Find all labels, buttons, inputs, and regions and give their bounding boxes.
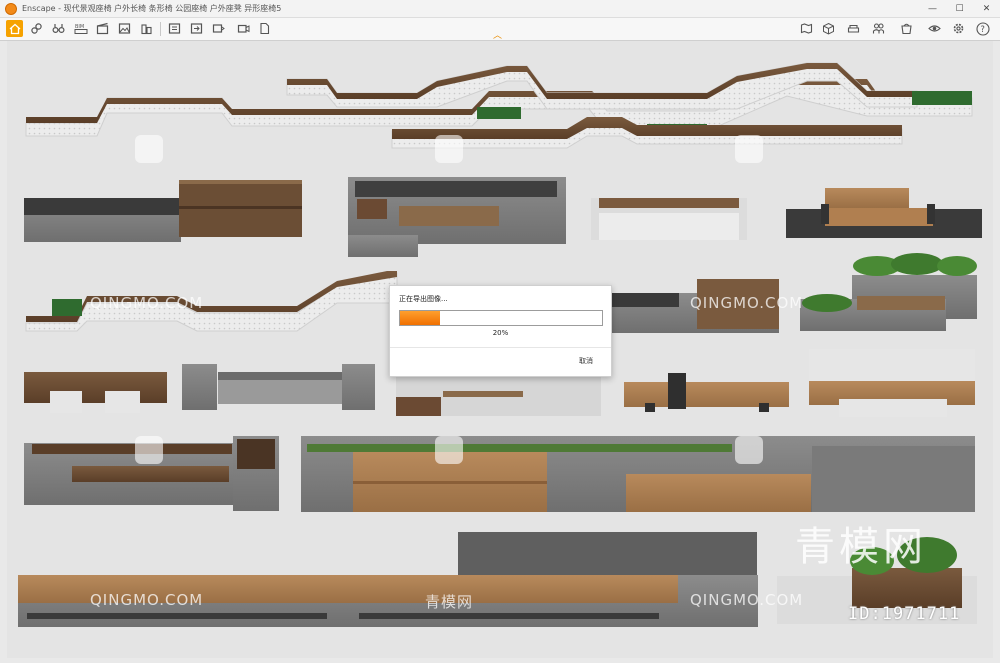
export-image-icon[interactable] [188, 20, 205, 37]
site-watermark: QINGMO.COM [90, 294, 204, 312]
maximize-button[interactable]: ☐ [946, 0, 973, 17]
bench-concrete-posts [182, 364, 375, 410]
cn-watermark: 青模网 [425, 593, 474, 611]
bench-white-1 [591, 198, 747, 240]
cube-icon[interactable] [820, 20, 837, 37]
bench-stone-wood-1 [348, 177, 566, 257]
bench-wood-blocks [24, 372, 167, 413]
settings-icon[interactable] [950, 20, 967, 37]
help-icon[interactable]: ? [974, 20, 991, 37]
bench-planter-plants [800, 253, 977, 331]
export-file-icon[interactable] [256, 20, 273, 37]
clapper-icon[interactable] [94, 20, 111, 37]
map-icon[interactable] [798, 20, 815, 37]
close-button[interactable]: ✕ [973, 0, 1000, 17]
bench-white-2 [809, 349, 975, 417]
cancel-button[interactable]: 取消 [579, 356, 593, 366]
window-title: Enscape - 现代景观座椅 户外长椅 条形椅 公园座椅 户外座凳 异形座椅… [22, 4, 282, 13]
people-settings-icon[interactable] [870, 20, 887, 37]
zigzag-bench-middle [25, 271, 398, 332]
title-bar: Enscape - 现代景观座椅 户外长椅 条形椅 公园座椅 户外座凳 异形座椅… [0, 0, 1000, 18]
site-watermark: QINGMO.COM [90, 591, 204, 609]
home-icon[interactable] [6, 20, 23, 37]
dialog-title: 正在导出图像... [399, 295, 448, 303]
help-label: ? [980, 25, 985, 35]
buildings-icon[interactable] [138, 20, 155, 37]
binoculars-icon[interactable] [50, 20, 67, 37]
render-settings-icon[interactable] [166, 20, 183, 37]
batch-export-icon[interactable] [210, 20, 227, 37]
video-export-icon[interactable] [235, 20, 252, 37]
enscape-logo-icon [5, 2, 17, 15]
brand-watermark: 青模网 [795, 524, 927, 570]
collapse-chevron-up-icon[interactable]: ︿ [493, 28, 502, 41]
id-watermark: ID:1971711 [848, 604, 961, 624]
bench-mixed-1 [396, 374, 601, 416]
sofa-icon[interactable] [845, 20, 862, 37]
view-icon[interactable] [926, 20, 943, 37]
window-controls: — ☐ ✕ [919, 0, 1000, 17]
export-progress-dialog: 正在导出图像... 20% 取消 [389, 285, 612, 377]
minimize-button[interactable]: — [919, 0, 946, 17]
bench-planter-1 [24, 180, 302, 242]
zigzag-bench-top [25, 62, 973, 149]
site-watermark: QINGMO.COM [690, 294, 804, 312]
progress-percent: 20% [492, 329, 509, 337]
link-icon[interactable] [28, 20, 45, 37]
image-icon[interactable] [116, 20, 133, 37]
site-watermark: QINGMO.COM [690, 591, 804, 609]
progress-fill [400, 311, 441, 325]
dialog-divider [390, 347, 611, 348]
bim-icon[interactable]: BIM [72, 20, 89, 37]
asset-library-icon[interactable] [898, 20, 915, 37]
bench-planter-long [301, 436, 975, 512]
bench-wood-slatted-1 [786, 188, 982, 238]
bench-wood-grill-2 [348, 532, 758, 627]
export-progress-bar [399, 310, 603, 326]
bench-dark-seat [624, 373, 789, 412]
